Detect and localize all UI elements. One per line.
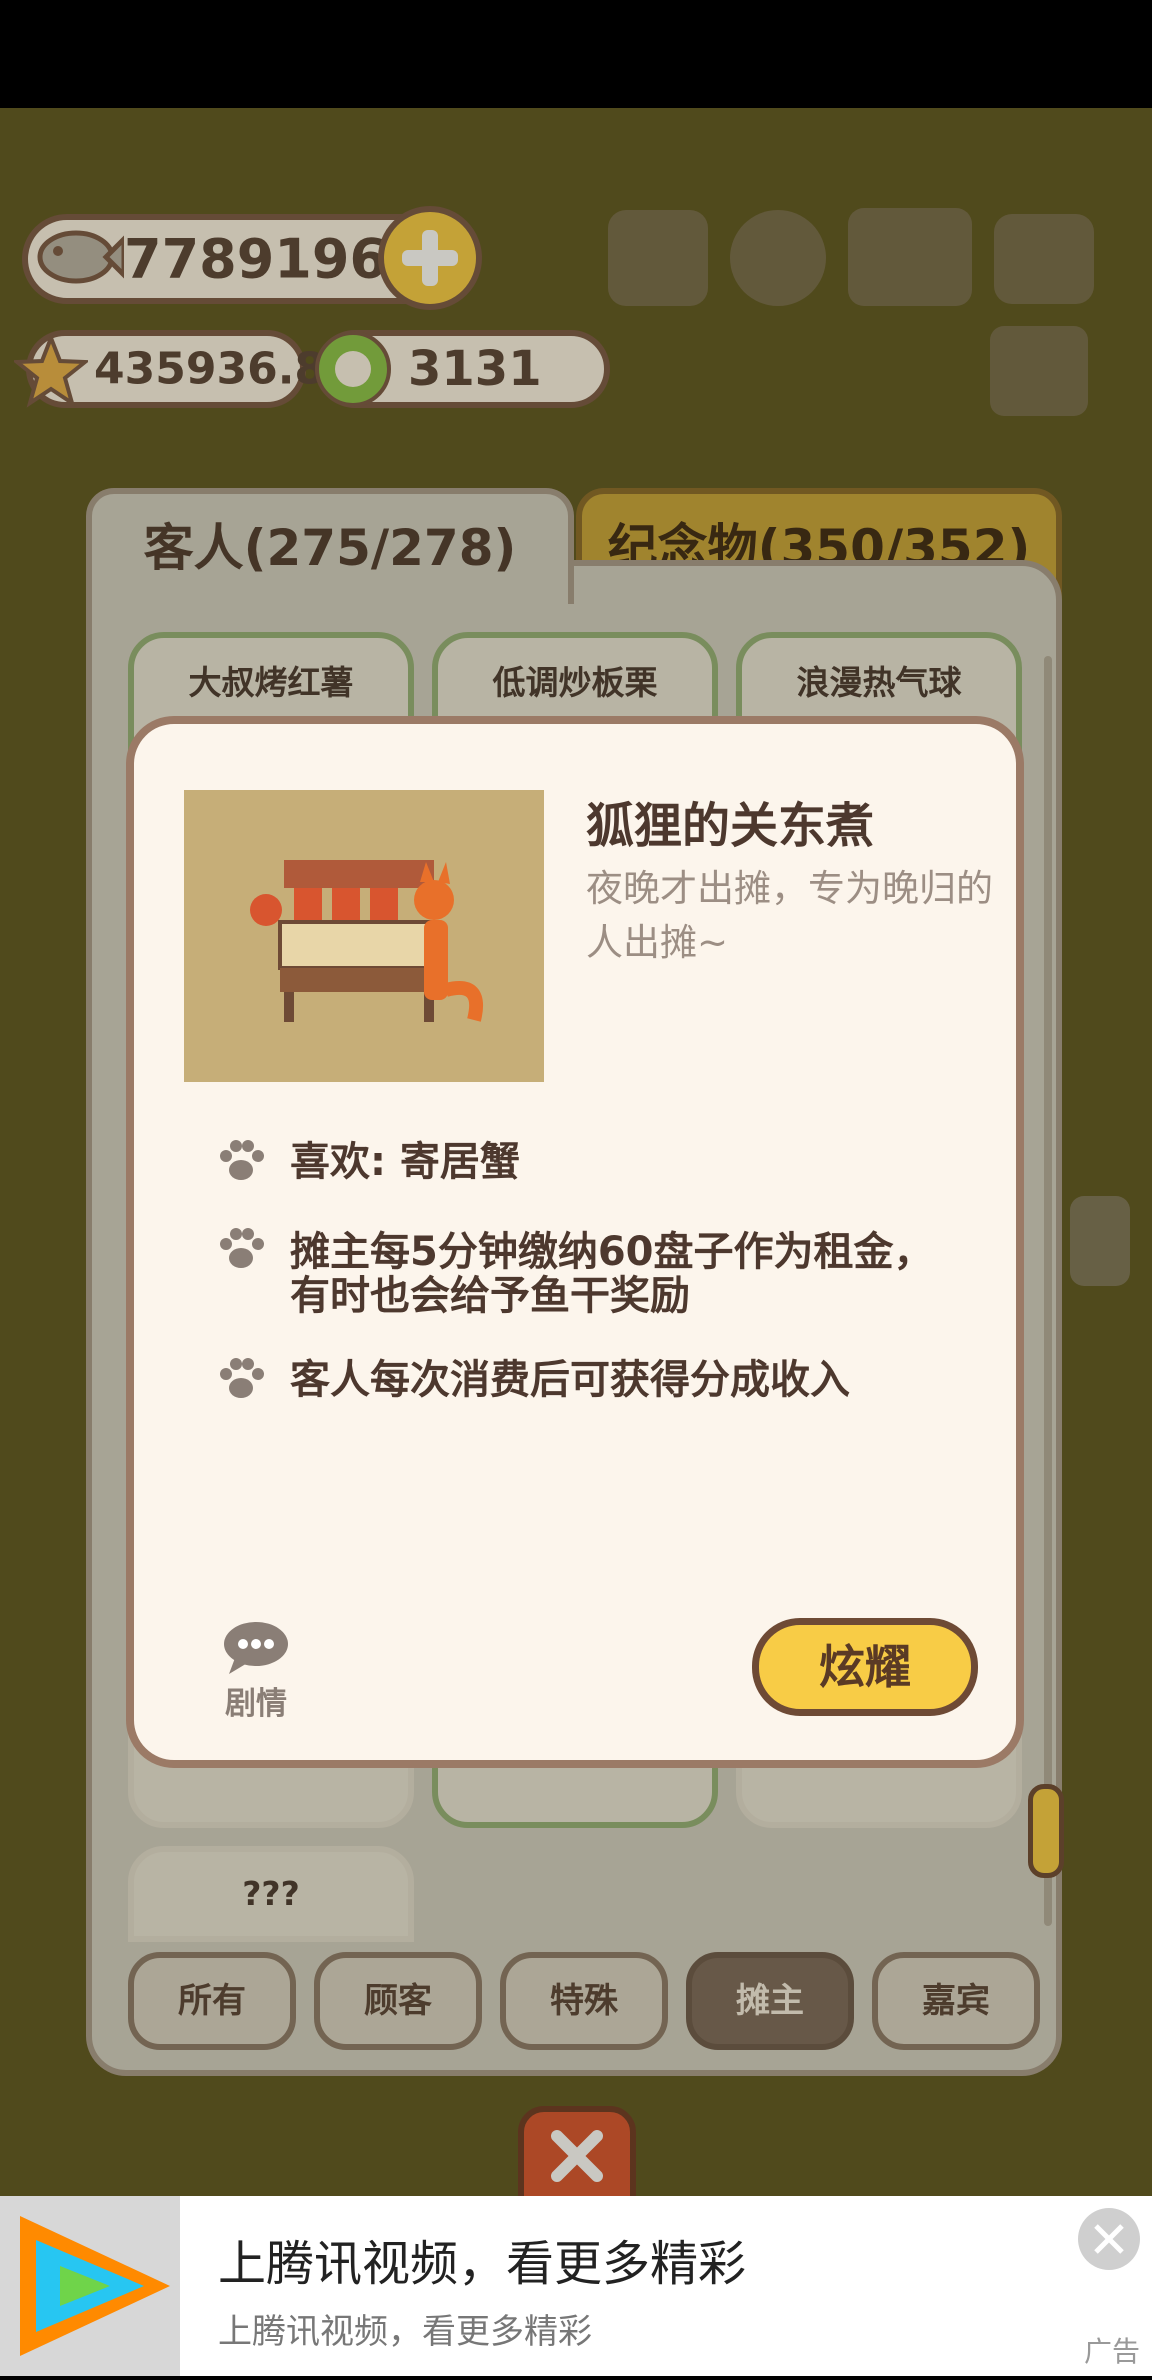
paw-icon (220, 1228, 264, 1268)
filter-guest-button[interactable]: 嘉宾 (872, 1952, 1040, 2050)
coin-icon (315, 331, 391, 407)
ad-tag: 广告 (1084, 2335, 1141, 2368)
close-button[interactable] (518, 2106, 636, 2206)
star-count-value: 435936.8 (94, 343, 326, 395)
camera-icon[interactable] (994, 214, 1094, 304)
settings-gear-icon[interactable] (730, 210, 826, 306)
paw-icon (220, 1358, 264, 1398)
fox-oden-stall-image (184, 790, 544, 1082)
plus-icon (402, 230, 458, 286)
guidebook-icon[interactable] (848, 208, 972, 306)
close-icon (551, 2130, 603, 2182)
filter-special-button[interactable]: 特殊 (500, 1952, 668, 2050)
speech-bubble-icon (224, 1622, 288, 1674)
newspaper-icon[interactable] (990, 326, 1088, 416)
filter-vendor-button[interactable]: 摊主 (686, 1952, 854, 2050)
tab-guests[interactable]: 客人(275/278) (86, 488, 574, 604)
detail-title: 狐狸的关东煮 (586, 798, 875, 854)
coin-count-value: 3131 (408, 341, 542, 397)
guest-card-label: 低调炒板栗 (492, 663, 658, 702)
trait-likes: 喜欢: 寄居蟹 (290, 1139, 520, 1185)
locked-guest-card[interactable]: ??? (128, 1846, 414, 1942)
star-icon (14, 334, 88, 408)
fish-icon (28, 209, 127, 309)
locked-guest-label: ??? (242, 1874, 300, 1913)
scrollbar-thumb[interactable] (1028, 1784, 1064, 1878)
paw-icon (220, 1140, 264, 1180)
filter-customer-button[interactable]: 顾客 (314, 1952, 482, 2050)
add-fish-button[interactable] (378, 206, 482, 310)
leaderboard-icon[interactable] (608, 210, 708, 306)
trait-rent: 摊主每5分钟缴纳60盘子作为租金，有时也会给予鱼干奖励 (290, 1229, 934, 1319)
guest-card-label: 浪漫热气球 (796, 663, 962, 702)
story-button[interactable]: 剧情 (206, 1620, 306, 1724)
guest-card-label: 大叔烤红薯 (188, 663, 354, 702)
ad-subtitle: 上腾讯视频，看更多精彩 (218, 2312, 592, 2352)
tencent-video-logo (0, 2196, 180, 2376)
ad-close-button[interactable] (1078, 2208, 1140, 2270)
show-off-button[interactable]: 炫耀 (752, 1618, 978, 1716)
ad-banner[interactable]: 上腾讯视频，看更多精彩 上腾讯视频，看更多精彩 广告 (0, 2196, 1152, 2376)
next-arrow-icon[interactable] (1070, 1196, 1130, 1286)
story-label: 剧情 (225, 1686, 287, 1722)
close-icon (1094, 2224, 1124, 2254)
filter-all-button[interactable]: 所有 (128, 1952, 296, 2050)
ad-title: 上腾讯视频，看更多精彩 (218, 2236, 747, 2292)
trait-revenue-share: 客人每次消费后可获得分成收入 (290, 1357, 850, 1403)
scrollbar[interactable] (1044, 656, 1052, 1926)
detail-description: 夜晚才出摊，专为晚归的人出摊~ (586, 867, 993, 964)
